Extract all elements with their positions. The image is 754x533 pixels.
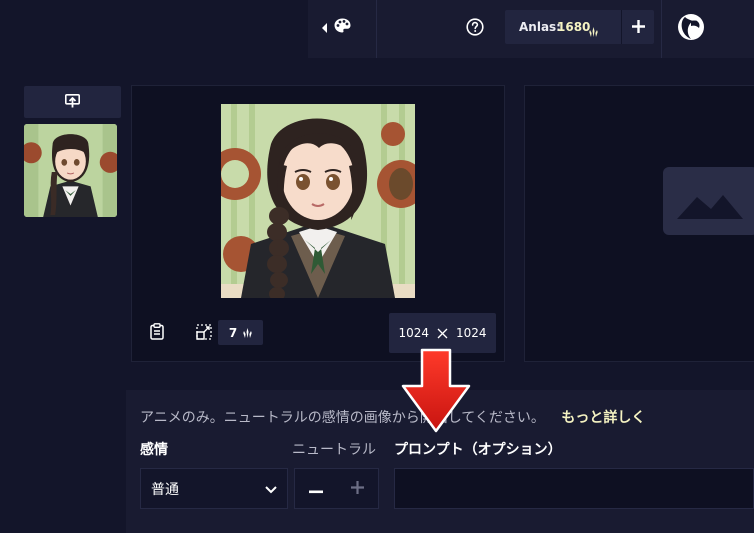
anlas-label: Anlas: <box>519 20 561 34</box>
anlas-value: 1680 <box>557 20 591 34</box>
emotion-selected-value: 普通 <box>151 481 179 498</box>
divider <box>376 0 377 58</box>
anlas-balance: Anlas: 1680 <box>505 10 654 44</box>
prompt-input[interactable] <box>394 468 754 509</box>
divider <box>661 0 662 58</box>
hint-text: アニメのみ。ニュートラルの感情の画像から開始してください。 <box>140 410 545 426</box>
steps-value: 7 <box>228 325 238 340</box>
height-value: 1024 <box>456 326 487 340</box>
image-placeholder-icon <box>663 167 754 235</box>
avatar[interactable] <box>677 13 705 41</box>
learn-more-link[interactable]: もっと詳しく <box>561 410 645 426</box>
help-button[interactable] <box>466 18 486 38</box>
image-size-display[interactable]: 1024 1024 <box>389 313 496 353</box>
emotion-select[interactable]: 普通 <box>140 468 288 509</box>
anlas-icon <box>243 323 252 342</box>
base-image[interactable] <box>221 104 415 298</box>
help-icon <box>466 18 484 40</box>
emotion-label: 感情 <box>140 442 168 458</box>
palette-toggle-button[interactable] <box>322 14 364 40</box>
palette-icon <box>334 18 351 37</box>
width-value: 1024 <box>398 326 429 340</box>
increase-button[interactable] <box>351 479 364 498</box>
times-icon <box>437 324 448 343</box>
strength-stepper <box>294 468 379 509</box>
resize-button[interactable] <box>196 324 212 340</box>
steps-counter[interactable]: 7 <box>218 320 263 345</box>
plus-icon <box>631 18 645 37</box>
resize-icon <box>196 324 212 344</box>
top-toolbar: Anlas: 1680 <box>308 0 754 58</box>
upload-icon <box>65 93 80 112</box>
prompt-label: プロンプト（オプション） <box>394 442 562 458</box>
strength-label: ニュートラル <box>292 442 376 458</box>
hint-row: アニメのみ。ニュートラルの感情の画像から開始してください。 もっと詳しく <box>140 407 645 427</box>
buy-anlas-button[interactable] <box>621 10 654 44</box>
clipboard-icon <box>150 323 164 344</box>
chevron-left-icon <box>322 18 328 37</box>
upload-image-button[interactable] <box>24 86 121 118</box>
anlas-icon <box>589 22 598 41</box>
red-arrow-annotation <box>400 348 472 433</box>
chevron-down-icon <box>265 479 277 498</box>
decrease-button[interactable] <box>309 479 323 498</box>
history-thumbnail[interactable] <box>24 124 117 217</box>
clipboard-button[interactable] <box>150 323 166 341</box>
